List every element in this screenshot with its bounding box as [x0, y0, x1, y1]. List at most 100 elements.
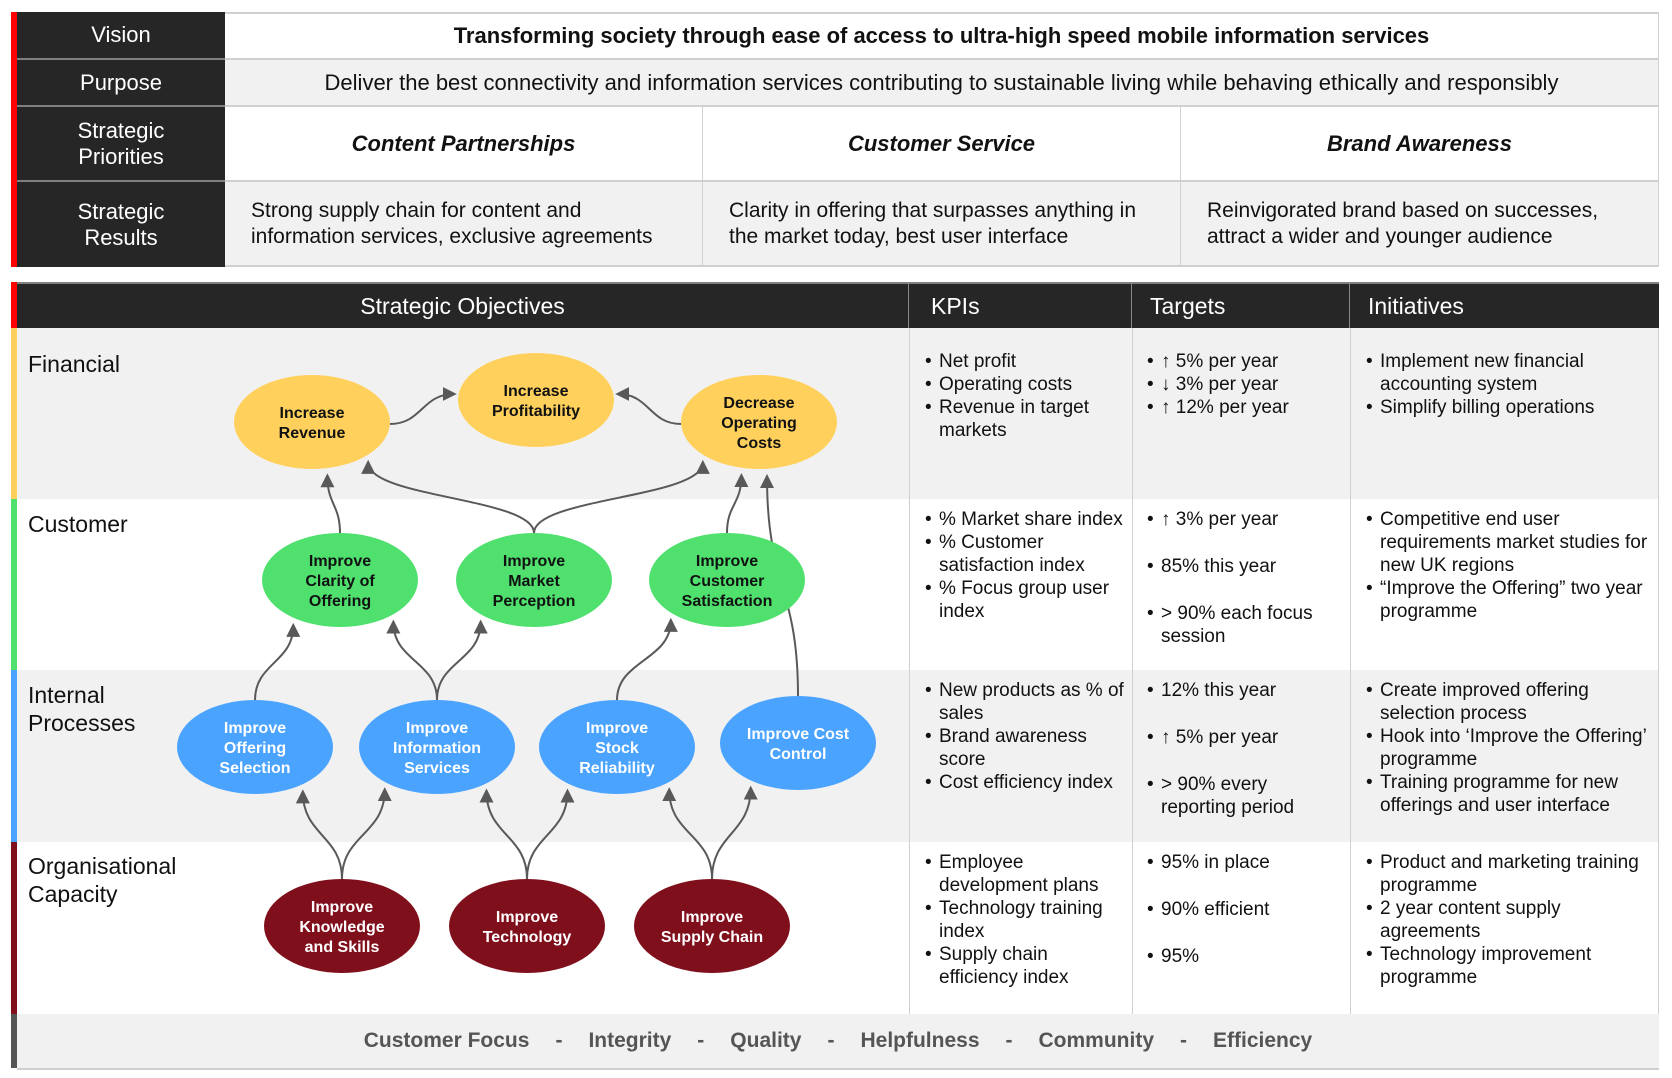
objective-label: Profitability — [492, 403, 580, 420]
objective-ellipse — [458, 353, 614, 447]
objective-label: Supply Chain — [661, 929, 763, 946]
objective-label: Information — [393, 740, 481, 757]
objective-node-tech: Improve Technology — [449, 879, 605, 973]
kpis-list: Employee development plansTechnology tra… — [923, 851, 1128, 989]
kpis-item: Supply chain efficiency index — [923, 943, 1128, 989]
objective-node-offs: Improve Offering Selection — [177, 700, 333, 794]
targets-list: 95% in place 90% efficient 95% — [1145, 851, 1345, 968]
initiatives-item: “Improve the Offering” two year programm… — [1364, 577, 1654, 623]
initiatives-list: Product and marketing training programme… — [1364, 851, 1654, 989]
value-separator: - — [1180, 1029, 1188, 1052]
arrow-info-to-mkt — [436, 619, 488, 701]
kpis-list: New products as % of salesBrand awarenes… — [923, 679, 1128, 794]
initiatives-list: Create improved offering selection proce… — [1364, 679, 1654, 817]
objective-label: Increase — [280, 405, 345, 422]
core-value: Customer Focus — [363, 1029, 530, 1052]
objective-label: Offering — [224, 740, 286, 757]
initiatives-item: Create improved offering selection proce… — [1364, 679, 1654, 725]
objective-label: Reliability — [579, 760, 655, 777]
targets-list: ↑ 3% per year 85% this year > 90% each foc… — [1145, 508, 1345, 648]
objective-label: Decrease — [723, 395, 794, 412]
kpis-item: % Customer satisfaction index — [923, 531, 1128, 577]
core-value: Community — [1038, 1029, 1155, 1052]
arrow-info-to-clar — [386, 619, 438, 701]
arrow-rev-to-prof — [389, 387, 457, 425]
core-values-bar: Customer Focus - Integrity - Quality - Helpful… — [17, 1014, 1659, 1070]
initiatives-list: Competitive end user requirements market… — [1364, 508, 1654, 623]
objective-label: Services — [404, 760, 470, 777]
kpis-item: Cost efficiency index — [923, 771, 1128, 794]
objective-node-clar: Improve Clarity of Offering — [262, 533, 418, 627]
kpis-item: Net profit — [923, 350, 1128, 373]
initiatives-item: Hook into ‘Improve the Offering’ program… — [1364, 725, 1654, 771]
objective-ellipse — [634, 879, 790, 973]
objective-node-mkt: Improve Market Perception — [456, 533, 612, 627]
initiatives-item: Training programme for new offerings and… — [1364, 771, 1654, 817]
objective-node-supp: Improve Supply Chain — [634, 879, 790, 973]
objective-ellipse — [449, 879, 605, 973]
kpis-item: Operating costs — [923, 373, 1128, 396]
objective-label: Revenue — [279, 425, 346, 442]
objective-label: Improve Cost — [747, 726, 850, 743]
initiatives-item: Product and marketing training programme — [1364, 851, 1654, 897]
targets-item: > 90% every reporting period — [1145, 773, 1345, 819]
value-separator: - — [827, 1029, 835, 1052]
objective-label: Improve — [696, 553, 758, 570]
objective-label: Operating — [721, 415, 797, 432]
targets-item: 85% this year — [1145, 555, 1345, 578]
objective-node-info: Improve Information Services — [359, 700, 515, 794]
objective-label: Selection — [219, 760, 290, 777]
objective-label: Improve — [311, 899, 373, 916]
objective-label: Improve — [406, 720, 468, 737]
objective-label: Improve — [503, 553, 565, 570]
targets-item: ↑ 5% per year — [1145, 726, 1345, 749]
objective-label: Customer — [690, 573, 765, 590]
value-separator: - — [1005, 1029, 1013, 1052]
objective-label: Improve — [681, 909, 743, 926]
kpis-list: % Market share index% Customer satisfact… — [923, 508, 1128, 623]
objective-label: Increase — [504, 383, 569, 400]
kpis-item: Technology training index — [923, 897, 1128, 943]
objective-label: Improve — [496, 909, 558, 926]
kpis-item: New products as % of sales — [923, 679, 1128, 725]
arrow-offs-to-clar — [254, 622, 301, 701]
arrow-tech-to-stock — [526, 788, 575, 880]
objective-node-csat: Improve Customer Satisfaction — [649, 533, 805, 627]
initiatives-list: Implement new financial accounting syste… — [1364, 350, 1654, 419]
objective-label: Costs — [737, 435, 782, 452]
initiatives-item: Technology improvement programme — [1364, 943, 1654, 989]
kpis-item: Brand awareness score — [923, 725, 1128, 771]
objective-node-stock: Improve Stock Reliability — [539, 700, 695, 794]
kpis-list: Net profitOperating costsRevenue in targ… — [923, 350, 1128, 442]
edges-layer — [254, 387, 799, 880]
arrow-tech-to-info — [479, 788, 528, 880]
core-value: Integrity — [588, 1029, 672, 1052]
objective-node-know: Improve Knowledge and Skills — [264, 879, 420, 973]
arrow-know-to-info — [341, 787, 392, 880]
targets-item: 95% in place — [1145, 851, 1345, 874]
objective-node-cost: Decrease Operating Costs — [681, 375, 837, 469]
objective-label: Knowledge — [299, 919, 384, 936]
arrow-supp-to-cctl — [711, 785, 758, 880]
arrow-mkt-to-rev — [361, 459, 535, 534]
core-value: Helpfulness — [860, 1029, 980, 1052]
kpis-item: % Market share index — [923, 508, 1128, 531]
arrow-csat-to-cost — [726, 472, 749, 534]
objective-label: Improve — [309, 553, 371, 570]
value-separator: - — [697, 1029, 705, 1052]
targets-item: ↓ 3% per year — [1145, 373, 1345, 396]
kpis-item: % Focus group user index — [923, 577, 1128, 623]
objective-label: Clarity of — [305, 573, 375, 590]
arrow-clar-to-rev — [320, 473, 341, 534]
objective-label: Perception — [493, 593, 576, 610]
objective-label: Satisfaction — [682, 593, 773, 610]
objective-ellipse — [720, 696, 876, 790]
targets-item: 12% this year — [1145, 679, 1345, 702]
targets-list: 12% this year ↑ 5% per year > 90% every re… — [1145, 679, 1345, 819]
objective-label: Improve — [224, 720, 286, 737]
objective-label: Technology — [483, 929, 572, 946]
objective-node-cctl: Improve Cost Control — [720, 696, 876, 790]
arrow-stock-to-csat — [616, 617, 678, 701]
initiatives-item: 2 year content supply agreements — [1364, 897, 1654, 943]
objective-label: Market — [508, 573, 560, 590]
